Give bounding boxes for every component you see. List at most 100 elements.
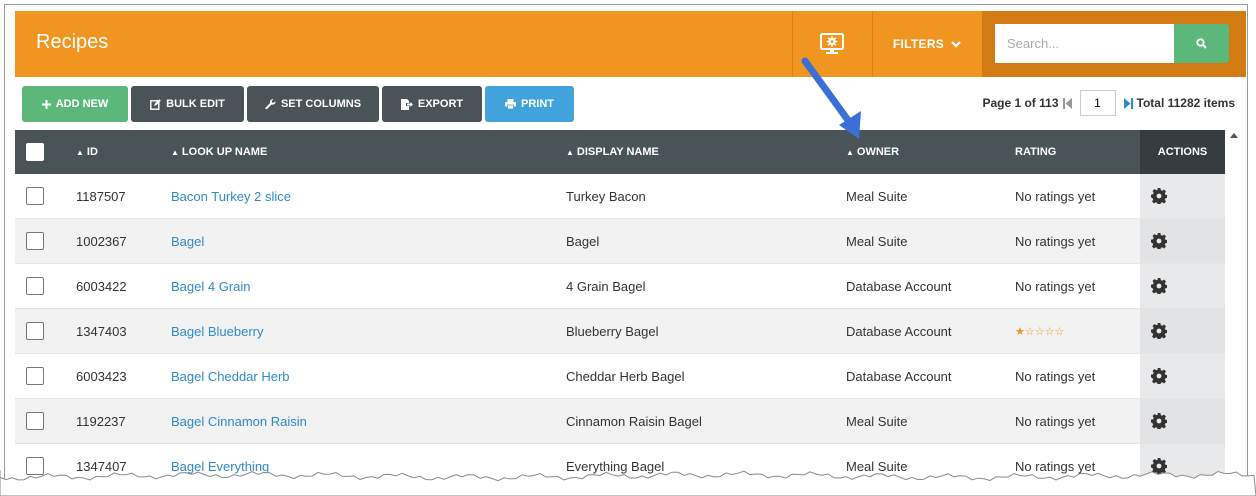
- column-label: LOOK UP NAME: [181, 146, 268, 158]
- row-actions-button[interactable]: [1140, 354, 1225, 398]
- row-checkbox[interactable]: [26, 367, 44, 385]
- column-label: RATING: [1015, 146, 1057, 158]
- column-header-rating: RATING: [1015, 130, 1056, 174]
- pagination: Page 1 of 113 Total 11282 items: [982, 90, 1235, 116]
- cell-owner: Database Account: [846, 323, 952, 339]
- select-all-checkbox[interactable]: [26, 143, 44, 161]
- row-actions-button[interactable]: [1140, 264, 1225, 308]
- monitor-gear-icon: [820, 33, 844, 54]
- edit-icon: [150, 98, 161, 110]
- cell-rating: No ratings yet: [1015, 354, 1095, 398]
- recipe-link[interactable]: Bagel Cheddar Herb: [171, 354, 290, 398]
- cell-rating: No ratings yet: [1015, 264, 1095, 308]
- cell-id: 1187507: [76, 188, 126, 204]
- column-header-lookup-name[interactable]: ▲︎ LOOK UP NAME: [171, 130, 267, 174]
- gear-icon: [1151, 368, 1167, 384]
- export-label: EXPORT: [417, 98, 464, 110]
- cell-id: 1192237: [76, 413, 126, 429]
- scroll-up-icon[interactable]: [1230, 133, 1238, 138]
- row-checkbox[interactable]: [26, 187, 44, 205]
- cell-owner: Meal Suite: [846, 413, 908, 429]
- cell-display-name: Cheddar Herb Bagel: [566, 368, 685, 384]
- rating-text: No ratings yet: [1015, 188, 1096, 204]
- torn-edge: [0, 470, 1256, 496]
- table-row: 6003422 Bagel 4 Grain 4 Grain Bagel Databas…: [15, 264, 1225, 309]
- page-number-input[interactable]: [1079, 90, 1116, 116]
- print-button[interactable]: PRINT: [485, 86, 574, 122]
- row-actions-button[interactable]: [1140, 219, 1225, 263]
- add-new-button[interactable]: ADD NEW: [22, 86, 128, 122]
- row-actions-button[interactable]: [1140, 309, 1225, 353]
- cell-owner: Database Account: [846, 278, 952, 294]
- table-header: ▲︎ ID ▲︎ LOOK UP NAME ▲︎ DISPLAY NAME ▲︎ OWN…: [15, 130, 1225, 174]
- rating-text: No ratings yet: [1015, 233, 1096, 249]
- set-columns-label: SET COLUMNS: [280, 98, 362, 110]
- row-checkbox[interactable]: [26, 412, 44, 430]
- first-page-icon: [1062, 97, 1072, 109]
- cell-display-name: Turkey Bacon: [566, 188, 646, 204]
- export-button[interactable]: EXPORT: [382, 86, 482, 122]
- first-page-button[interactable]: [1062, 97, 1072, 109]
- add-new-label: ADD NEW: [55, 98, 109, 110]
- search-icon: [1196, 38, 1207, 49]
- sort-icon: ▲︎: [846, 147, 854, 157]
- set-columns-button[interactable]: SET COLUMNS: [247, 86, 379, 122]
- recipe-link[interactable]: Bagel Cinnamon Raisin: [171, 399, 307, 443]
- search-area: [982, 11, 1246, 77]
- rating-text: No ratings yet: [1015, 278, 1096, 294]
- recipe-link[interactable]: Bagel 4 Grain: [171, 264, 251, 308]
- page-title: Recipes: [36, 31, 109, 53]
- search-input[interactable]: [995, 24, 1174, 63]
- recipes-table: ▲︎ ID ▲︎ LOOK UP NAME ▲︎ DISPLAY NAME ▲︎ OWN…: [15, 130, 1225, 489]
- filters-label: FILTERS: [892, 37, 945, 51]
- gear-icon: [1151, 188, 1167, 204]
- chevron-down-icon: [951, 40, 961, 48]
- last-page-button[interactable]: [1123, 97, 1133, 109]
- row-select-cell: [26, 399, 44, 443]
- recipes-window: Recipes FILTERS Search... ADD NEW BULK E…: [4, 4, 1248, 490]
- filters-button[interactable]: FILTERS: [872, 11, 982, 77]
- rating-text: No ratings yet: [1015, 413, 1096, 429]
- table-row: 1002367 Bagel Bagel Meal Suite No ratings ye…: [15, 219, 1225, 264]
- column-label: OWNER: [856, 146, 900, 158]
- row-checkbox[interactable]: [26, 232, 44, 250]
- last-page-icon: [1123, 97, 1133, 109]
- column-label: ID: [86, 146, 98, 158]
- cell-rating: No ratings yet: [1015, 174, 1095, 218]
- rating-stars: ★☆☆☆☆: [1015, 325, 1065, 338]
- row-actions-button[interactable]: [1140, 399, 1225, 443]
- column-header-display-name[interactable]: ▲︎ DISPLAY NAME: [566, 130, 659, 174]
- print-icon: [505, 99, 516, 109]
- cell-display-name: Cinnamon Raisin Bagel: [566, 413, 702, 429]
- vertical-scrollbar[interactable]: [1226, 130, 1242, 489]
- table-body: 1187507 Bacon Turkey 2 slice Turkey Bacon M…: [15, 174, 1225, 489]
- row-checkbox[interactable]: [26, 322, 44, 340]
- display-settings-button[interactable]: [792, 11, 872, 77]
- row-checkbox[interactable]: [26, 277, 44, 295]
- row-actions-button[interactable]: [1140, 174, 1225, 218]
- cell-rating: ★☆☆☆☆: [1015, 309, 1064, 353]
- plus-icon: [41, 99, 51, 109]
- table-row: 1187507 Bacon Turkey 2 slice Turkey Bacon M…: [15, 174, 1225, 219]
- sort-icon: ▲︎: [566, 147, 574, 157]
- recipe-link[interactable]: Bagel: [171, 219, 204, 263]
- gear-icon: [1151, 233, 1167, 249]
- cell-owner: Database Account: [846, 368, 952, 384]
- rating-text: No ratings yet: [1015, 368, 1096, 384]
- column-header-owner[interactable]: ▲︎ OWNER: [846, 130, 899, 174]
- wrench-icon: [265, 98, 276, 109]
- cell-owner: Meal Suite: [846, 188, 908, 204]
- column-header-id[interactable]: ▲︎ ID: [76, 130, 98, 174]
- cell-display-name: 4 Grain Bagel: [566, 278, 646, 294]
- row-select-cell: [26, 309, 44, 353]
- search-button[interactable]: [1174, 24, 1229, 63]
- sort-icon: ▲︎: [171, 147, 179, 157]
- row-select-cell: [26, 219, 44, 263]
- cell-display-name: Bagel: [566, 233, 600, 249]
- cell-display-name: Blueberry Bagel: [566, 323, 659, 339]
- cell-id: 6003423: [76, 368, 127, 384]
- recipe-link[interactable]: Bagel Blueberry: [171, 309, 264, 353]
- recipe-link[interactable]: Bacon Turkey 2 slice: [171, 174, 291, 218]
- table-row: 6003423 Bagel Cheddar Herb Cheddar Herb Ba…: [15, 354, 1225, 399]
- bulk-edit-button[interactable]: BULK EDIT: [131, 86, 244, 122]
